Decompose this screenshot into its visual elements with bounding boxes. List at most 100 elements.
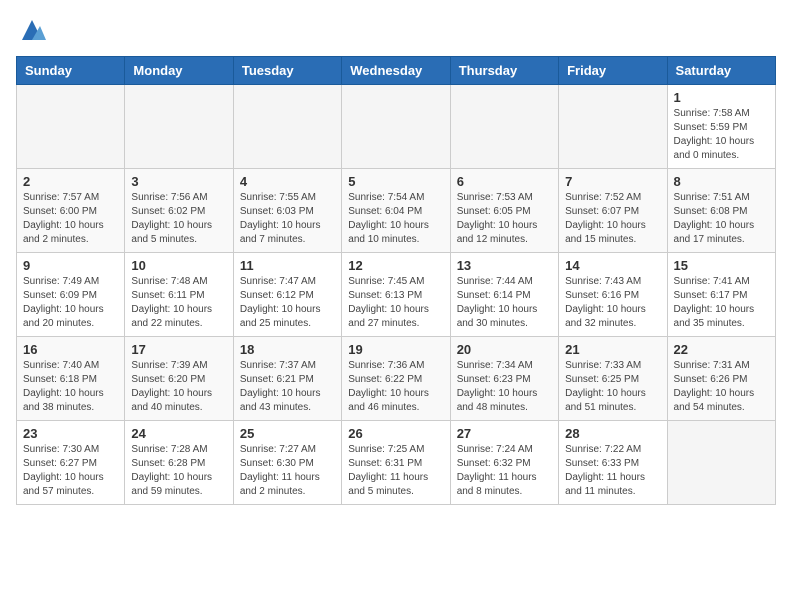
- day-number: 21: [565, 342, 660, 357]
- calendar-cell: 12 Sunrise: 7:45 AM Sunset: 6:13 PM Dayli…: [342, 253, 450, 337]
- day-number: 3: [131, 174, 226, 189]
- calendar-cell: 4 Sunrise: 7:55 AM Sunset: 6:03 PM Daylig…: [233, 169, 341, 253]
- day-info: Sunrise: 7:54 AM Sunset: 6:04 PM Dayligh…: [348, 191, 443, 247]
- day-number: 20: [457, 342, 552, 357]
- day-info: Sunrise: 7:45 AM Sunset: 6:13 PM Dayligh…: [348, 275, 443, 331]
- day-number: 18: [240, 342, 335, 357]
- day-info: Sunrise: 7:34 AM Sunset: 6:23 PM Dayligh…: [457, 359, 552, 415]
- calendar-cell: 19Sunrise: 7:36 AM Sunset: 6:22 PM Dayli…: [342, 337, 450, 421]
- calendar-cell: 27 Sunrise: 7:24 AM Sunset: 6:32 PM Dayli…: [450, 421, 558, 505]
- day-info: Sunrise: 7:51 AM Sunset: 6:08 PM Dayligh…: [674, 191, 769, 247]
- calendar-week-row: 23 Sunrise: 7:30 AM Sunset: 6:27 PM Dayli…: [17, 421, 776, 505]
- weekday-header-monday: Monday: [125, 57, 233, 85]
- day-info: Sunrise: 7:40 AM Sunset: 6:18 PM Dayligh…: [23, 359, 118, 415]
- day-number: 22: [674, 342, 769, 357]
- calendar-cell: 18Sunrise: 7:37 AM Sunset: 6:21 PM Dayli…: [233, 337, 341, 421]
- day-info: Sunrise: 7:41 AM Sunset: 6:17 PM Dayligh…: [674, 275, 769, 331]
- calendar-cell: 11 Sunrise: 7:47 AM Sunset: 6:12 PM Dayli…: [233, 253, 341, 337]
- day-info: Sunrise: 7:57 AM Sunset: 6:00 PM Dayligh…: [23, 191, 118, 247]
- day-number: 1: [674, 90, 769, 105]
- calendar-cell: [667, 421, 775, 505]
- day-info: Sunrise: 7:22 AM Sunset: 6:33 PM Dayligh…: [565, 443, 660, 499]
- weekday-header-friday: Friday: [559, 57, 667, 85]
- calendar-cell: 2 Sunrise: 7:57 AM Sunset: 6:00 PM Daylig…: [17, 169, 125, 253]
- day-number: 26: [348, 426, 443, 441]
- calendar-cell: 22 Sunrise: 7:31 AM Sunset: 6:26 PM Dayli…: [667, 337, 775, 421]
- weekday-header-tuesday: Tuesday: [233, 57, 341, 85]
- calendar-cell: 24 Sunrise: 7:28 AM Sunset: 6:28 PM Dayli…: [125, 421, 233, 505]
- calendar-cell: 16Sunrise: 7:40 AM Sunset: 6:18 PM Dayli…: [17, 337, 125, 421]
- calendar-cell: 17 Sunrise: 7:39 AM Sunset: 6:20 PM Dayli…: [125, 337, 233, 421]
- day-info: Sunrise: 7:52 AM Sunset: 6:07 PM Dayligh…: [565, 191, 660, 247]
- day-number: 12: [348, 258, 443, 273]
- calendar-cell: 14 Sunrise: 7:43 AM Sunset: 6:16 PM Dayli…: [559, 253, 667, 337]
- calendar-cell: [233, 85, 341, 169]
- calendar-week-row: 16Sunrise: 7:40 AM Sunset: 6:18 PM Dayli…: [17, 337, 776, 421]
- calendar-cell: 13 Sunrise: 7:44 AM Sunset: 6:14 PM Dayli…: [450, 253, 558, 337]
- day-number: 5: [348, 174, 443, 189]
- day-info: Sunrise: 7:48 AM Sunset: 6:11 PM Dayligh…: [131, 275, 226, 331]
- calendar-cell: 5 Sunrise: 7:54 AM Sunset: 6:04 PM Daylig…: [342, 169, 450, 253]
- weekday-header-sunday: Sunday: [17, 57, 125, 85]
- day-info: Sunrise: 7:43 AM Sunset: 6:16 PM Dayligh…: [565, 275, 660, 331]
- day-info: Sunrise: 7:47 AM Sunset: 6:12 PM Dayligh…: [240, 275, 335, 331]
- day-number: 14: [565, 258, 660, 273]
- day-number: 13: [457, 258, 552, 273]
- calendar-cell: 8 Sunrise: 7:51 AM Sunset: 6:08 PM Daylig…: [667, 169, 775, 253]
- weekday-header-wednesday: Wednesday: [342, 57, 450, 85]
- calendar-table: SundayMondayTuesdayWednesdayThursdayFrid…: [16, 56, 776, 505]
- calendar-cell: 15 Sunrise: 7:41 AM Sunset: 6:17 PM Dayli…: [667, 253, 775, 337]
- day-info: Sunrise: 7:36 AM Sunset: 6:22 PM Dayligh…: [348, 359, 443, 415]
- day-number: 8: [674, 174, 769, 189]
- day-info: Sunrise: 7:25 AM Sunset: 6:31 PM Dayligh…: [348, 443, 443, 499]
- day-number: 11: [240, 258, 335, 273]
- day-number: 27: [457, 426, 552, 441]
- day-info: Sunrise: 7:58 AM Sunset: 5:59 PM Dayligh…: [674, 107, 769, 163]
- day-info: Sunrise: 7:56 AM Sunset: 6:02 PM Dayligh…: [131, 191, 226, 247]
- day-number: 15: [674, 258, 769, 273]
- day-number: 25: [240, 426, 335, 441]
- calendar-cell: 9 Sunrise: 7:49 AM Sunset: 6:09 PM Daylig…: [17, 253, 125, 337]
- day-info: Sunrise: 7:27 AM Sunset: 6:30 PM Dayligh…: [240, 443, 335, 499]
- calendar-cell: 3 Sunrise: 7:56 AM Sunset: 6:02 PM Daylig…: [125, 169, 233, 253]
- calendar-cell: 23 Sunrise: 7:30 AM Sunset: 6:27 PM Dayli…: [17, 421, 125, 505]
- calendar-cell: 6Sunrise: 7:53 AM Sunset: 6:05 PM Daylig…: [450, 169, 558, 253]
- day-info: Sunrise: 7:30 AM Sunset: 6:27 PM Dayligh…: [23, 443, 118, 499]
- calendar-week-row: 2 Sunrise: 7:57 AM Sunset: 6:00 PM Daylig…: [17, 169, 776, 253]
- calendar-cell: 20 Sunrise: 7:34 AM Sunset: 6:23 PM Dayli…: [450, 337, 558, 421]
- day-info: Sunrise: 7:39 AM Sunset: 6:20 PM Dayligh…: [131, 359, 226, 415]
- day-number: 17: [131, 342, 226, 357]
- calendar-cell: 25 Sunrise: 7:27 AM Sunset: 6:30 PM Dayli…: [233, 421, 341, 505]
- day-info: Sunrise: 7:49 AM Sunset: 6:09 PM Dayligh…: [23, 275, 118, 331]
- day-number: 10: [131, 258, 226, 273]
- day-info: Sunrise: 7:31 AM Sunset: 6:26 PM Dayligh…: [674, 359, 769, 415]
- day-number: 23: [23, 426, 118, 441]
- day-info: Sunrise: 7:28 AM Sunset: 6:28 PM Dayligh…: [131, 443, 226, 499]
- day-number: 2: [23, 174, 118, 189]
- day-number: 28: [565, 426, 660, 441]
- day-info: Sunrise: 7:44 AM Sunset: 6:14 PM Dayligh…: [457, 275, 552, 331]
- day-number: 7: [565, 174, 660, 189]
- calendar-cell: [17, 85, 125, 169]
- calendar-cell: 10 Sunrise: 7:48 AM Sunset: 6:11 PM Dayli…: [125, 253, 233, 337]
- day-info: Sunrise: 7:53 AM Sunset: 6:05 PM Dayligh…: [457, 191, 552, 247]
- day-number: 4: [240, 174, 335, 189]
- calendar-cell: 1 Sunrise: 7:58 AM Sunset: 5:59 PM Daylig…: [667, 85, 775, 169]
- calendar-cell: 7 Sunrise: 7:52 AM Sunset: 6:07 PM Daylig…: [559, 169, 667, 253]
- calendar-cell: 28 Sunrise: 7:22 AM Sunset: 6:33 PM Dayli…: [559, 421, 667, 505]
- day-number: 9: [23, 258, 118, 273]
- weekday-header-thursday: Thursday: [450, 57, 558, 85]
- calendar-cell: [125, 85, 233, 169]
- day-info: Sunrise: 7:24 AM Sunset: 6:32 PM Dayligh…: [457, 443, 552, 499]
- day-info: Sunrise: 7:55 AM Sunset: 6:03 PM Dayligh…: [240, 191, 335, 247]
- calendar-week-row: 1 Sunrise: 7:58 AM Sunset: 5:59 PM Daylig…: [17, 85, 776, 169]
- calendar-cell: [450, 85, 558, 169]
- calendar-cell: 26 Sunrise: 7:25 AM Sunset: 6:31 PM Dayli…: [342, 421, 450, 505]
- logo-icon: [18, 16, 46, 44]
- day-number: 24: [131, 426, 226, 441]
- calendar-cell: [559, 85, 667, 169]
- calendar-cell: 21Sunrise: 7:33 AM Sunset: 6:25 PM Dayli…: [559, 337, 667, 421]
- calendar-header-row: SundayMondayTuesdayWednesdayThursdayFrid…: [17, 57, 776, 85]
- calendar-cell: [342, 85, 450, 169]
- page-header: [16, 16, 776, 44]
